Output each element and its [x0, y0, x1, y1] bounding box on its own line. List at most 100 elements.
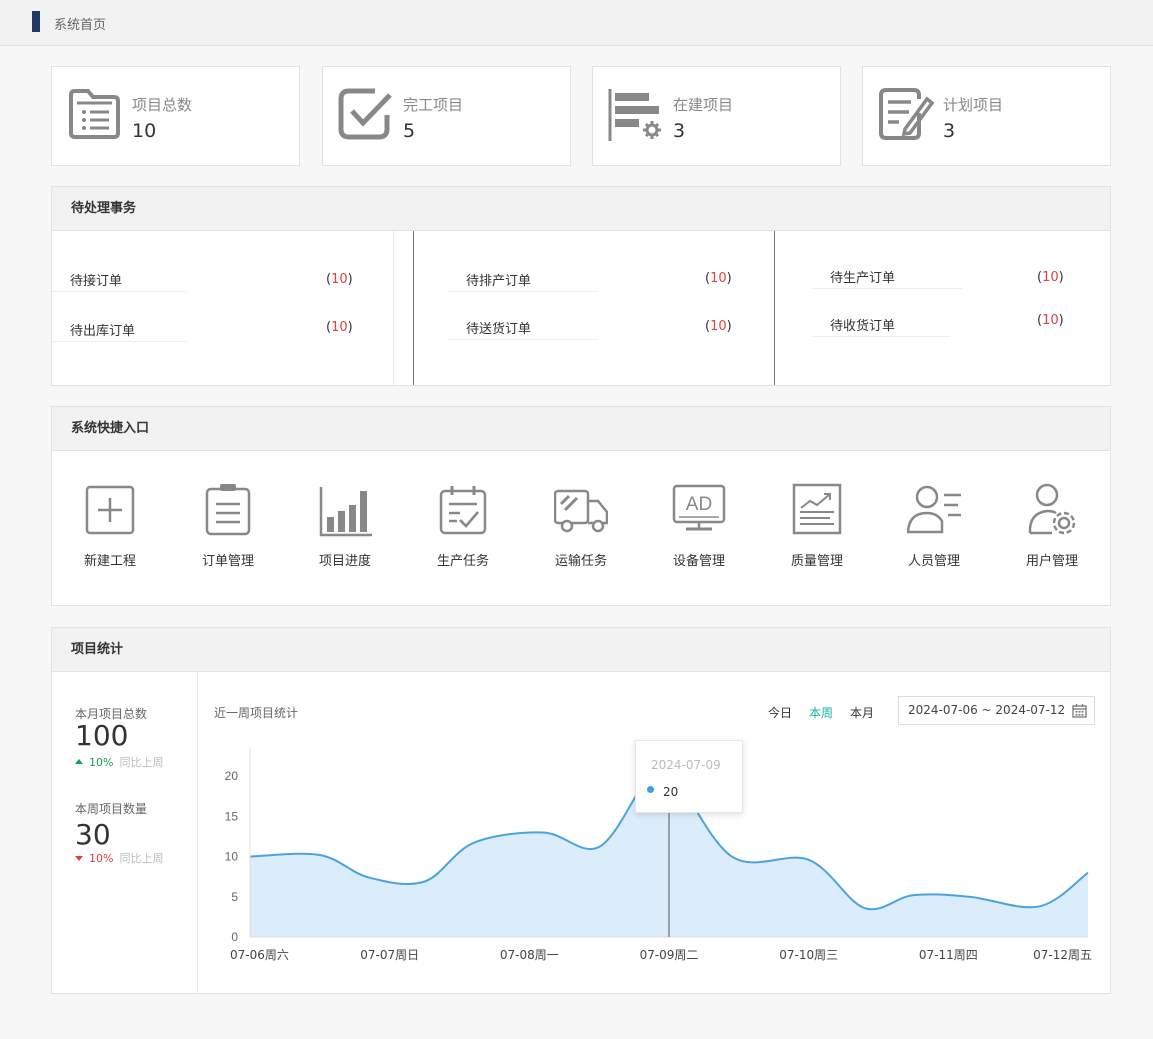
pending-item-outbound[interactable]: 待出库订单: [52, 320, 187, 342]
pending-item-label: 待送货订单: [466, 322, 532, 337]
pending-count: (10): [1037, 270, 1064, 285]
column-divider: [774, 231, 775, 385]
tab-today[interactable]: 今日: [768, 704, 792, 721]
pending-item-label: 待接订单: [70, 274, 123, 289]
pending-item-receive[interactable]: 待收货订单: [812, 315, 950, 337]
panel-title: 系统快捷入口: [52, 407, 1110, 451]
shortcut-label: 生产任务: [436, 554, 489, 569]
x-tick-label: 07-06周六: [230, 948, 289, 962]
date-range-value: 2024-07-06 ~ 2024-07-12: [908, 703, 1066, 717]
stat-card-planned[interactable]: 计划项目 3: [862, 66, 1111, 166]
tooltip-value: 20: [663, 785, 679, 799]
date-range-picker[interactable]: 2024-07-06 ~ 2024-07-12: [898, 696, 1095, 725]
panel-title: 待处理事务: [52, 187, 1110, 231]
x-tick-label: 07-12周五: [1033, 948, 1092, 962]
shortcuts-panel: 系统快捷入口 新建工程 订单管理 项目进度 生产任务 运输任务 AD 设备管理 …: [51, 406, 1111, 606]
tab-this-week[interactable]: 本周: [809, 704, 833, 721]
shortcut-label: 项目进度: [318, 554, 371, 569]
project-stats-panel: 项目统计 本月项目总数 100 10% 同比上周 本周项目数量 30 10% 同比上…: [51, 627, 1111, 994]
document-edit-icon: [879, 88, 935, 140]
pending-count: (10): [705, 319, 732, 334]
y-tick-label: 20: [225, 769, 239, 783]
pending-item-production[interactable]: 待生产订单: [812, 267, 962, 289]
key-stats: 本月项目总数 100 10% 同比上周 本周项目数量 30 10% 同比上周: [52, 672, 198, 993]
y-tick-label: 5: [231, 890, 238, 904]
tab-this-month[interactable]: 本月: [850, 704, 874, 721]
shortcut-orders[interactable]: 订单管理: [178, 479, 278, 579]
pending-count: (10): [326, 320, 353, 335]
bars-gear-icon: [608, 89, 661, 141]
week-total-label: 本周项目数量: [75, 802, 148, 816]
pending-count: (10): [1037, 313, 1064, 328]
shortcut-production[interactable]: 生产任务: [413, 479, 513, 579]
stat-card-total[interactable]: 项目总数 10: [51, 66, 300, 166]
y-tick-label: 0: [231, 930, 238, 944]
clipboard-icon: [205, 484, 251, 536]
calendar-icon: [1072, 704, 1087, 718]
tooltip-series-dot: [647, 786, 654, 793]
pending-item-schedule[interactable]: 待排产订单: [448, 270, 598, 292]
shortcut-transport[interactable]: 运输任务: [531, 479, 631, 579]
page-title: 系统首页: [54, 18, 107, 33]
person-list-icon: [907, 485, 961, 534]
shortcut-equipment[interactable]: AD 设备管理: [649, 479, 749, 579]
y-tick-label: 10: [225, 850, 239, 864]
bar-chart-icon: [319, 487, 372, 537]
column-divider: [413, 231, 414, 385]
stat-label: 在建项目: [673, 96, 734, 114]
svg-text:AD: AD: [686, 494, 712, 515]
pending-item-label: 待收货订单: [830, 319, 896, 334]
shortcut-label: 新建工程: [83, 554, 136, 569]
stat-value: 10: [132, 120, 157, 142]
tooltip-date: 2024-07-09: [651, 758, 721, 772]
trend-down-icon: [75, 856, 83, 861]
truck-icon: [554, 489, 608, 533]
stat-value: 3: [673, 120, 686, 142]
x-tick-label: 07-09周二: [640, 948, 699, 962]
plus-square-icon: [85, 485, 135, 535]
user-gear-icon: [1028, 483, 1076, 535]
shortcut-label: 设备管理: [672, 554, 725, 569]
pending-item-label: 待排产订单: [466, 274, 532, 289]
week-total-value: 30: [75, 818, 111, 851]
shortcut-label: 质量管理: [790, 554, 843, 569]
stat-value: 5: [403, 120, 416, 142]
pending-tasks-panel: 待处理事务 待接订单 (10) 待出库订单 (10) 待排产订单 (10) 待送…: [51, 186, 1111, 386]
shortcut-personnel[interactable]: 人员管理: [884, 479, 984, 579]
stat-card-building[interactable]: 在建项目 3: [592, 66, 841, 166]
stat-label: 项目总数: [132, 96, 193, 114]
stat-label: 计划项目: [943, 96, 1004, 114]
chart-tooltip: 2024-07-09 20: [635, 740, 743, 813]
shortcut-new-project[interactable]: 新建工程: [60, 479, 160, 579]
shortcut-quality[interactable]: 质量管理: [767, 479, 867, 579]
column-divider: [393, 231, 394, 385]
stat-card-completed[interactable]: 完工项目 5: [322, 66, 571, 166]
monitor-ad-icon: AD: [672, 484, 726, 531]
stat-value: 3: [943, 120, 956, 142]
shortcut-label: 运输任务: [554, 554, 607, 569]
shortcut-label: 订单管理: [201, 554, 254, 569]
week-total-trend: 10% 同比上周: [75, 850, 163, 866]
pending-item-accept[interactable]: 待接订单: [52, 270, 187, 292]
pending-item-delivery[interactable]: 待送货订单: [448, 318, 598, 340]
pending-item-label: 待生产订单: [830, 271, 896, 286]
month-total-value: 100: [75, 719, 129, 752]
top-bar: 系统首页: [0, 0, 1153, 46]
report-chart-icon: [792, 483, 842, 535]
chart-title: 近一周项目统计: [214, 706, 299, 720]
y-tick-label: 15: [225, 809, 239, 823]
shortcut-label: 人员管理: [907, 554, 960, 569]
x-tick-label: 07-07周日: [360, 948, 419, 962]
breadcrumb-marker: [32, 11, 40, 32]
pending-count: (10): [705, 271, 732, 286]
x-tick-label: 07-10周三: [779, 948, 838, 962]
month-total-trend: 10% 同比上周: [75, 754, 163, 770]
x-tick-label: 07-08周一: [500, 948, 559, 962]
shortcut-progress[interactable]: 项目进度: [295, 479, 395, 579]
panel-title: 项目统计: [52, 628, 1110, 672]
shortcut-users[interactable]: 用户管理: [1002, 479, 1102, 579]
shortcut-label: 用户管理: [1025, 554, 1078, 569]
calendar-check-icon: [439, 486, 487, 535]
stat-label: 完工项目: [403, 96, 464, 114]
pending-count: (10): [326, 272, 353, 287]
